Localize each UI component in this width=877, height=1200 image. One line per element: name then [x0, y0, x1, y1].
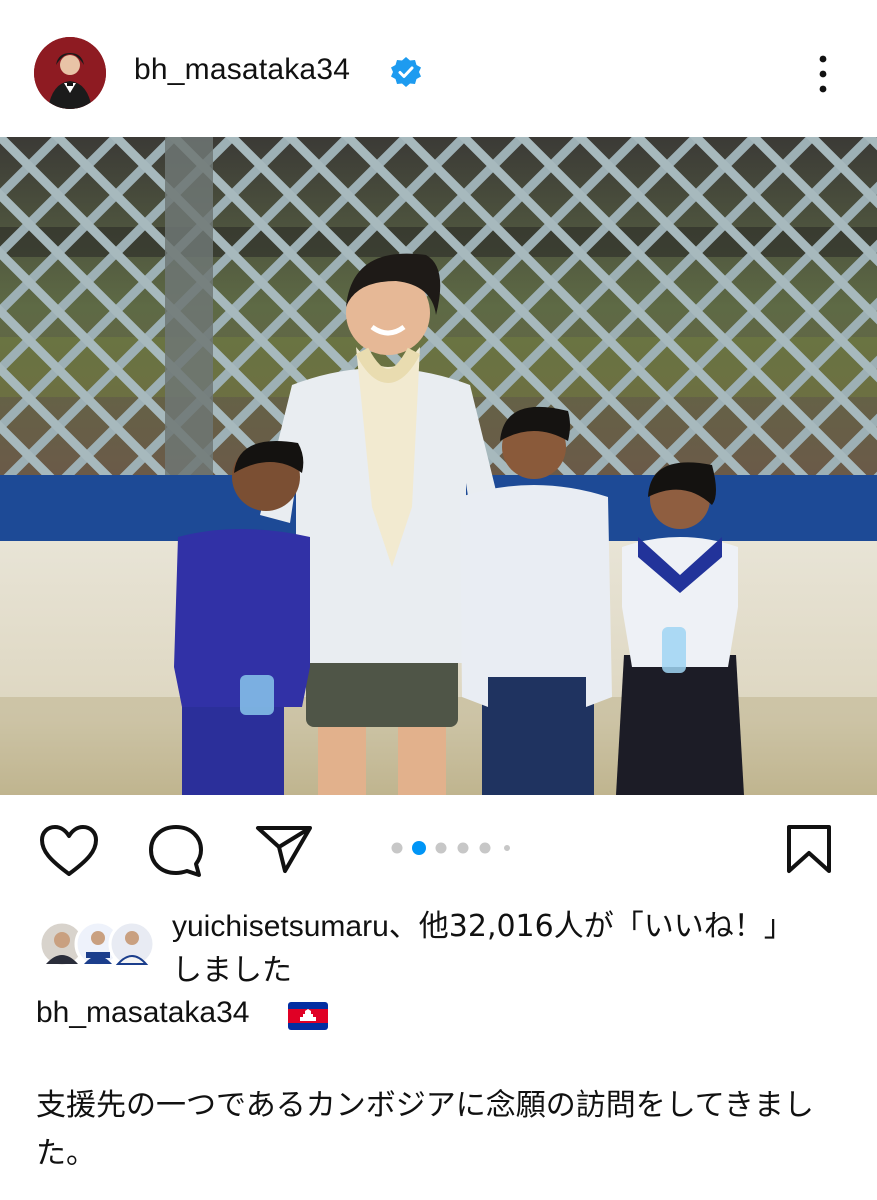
- carousel-dot: [457, 842, 469, 854]
- carousel-dots-icon: [391, 841, 510, 855]
- cambodia-flag-icon: 🇰🇭: [288, 1002, 328, 1030]
- likes-summary[interactable]: yuichisetsumaru、他32,016人が「いいね！」しました: [172, 905, 812, 993]
- post-photo[interactable]: [0, 137, 877, 795]
- carousel-dot: [412, 841, 426, 855]
- heart-icon[interactable]: [38, 823, 100, 879]
- bookmark-icon[interactable]: [784, 823, 834, 875]
- carousel-dot: [479, 842, 491, 854]
- post-actions: [0, 795, 877, 905]
- photo-image: [0, 137, 877, 795]
- carousel-indicator: [390, 840, 510, 856]
- liked-by-avatars[interactable]: [38, 920, 158, 970]
- cambodia-flag-graphic: [288, 1002, 328, 1030]
- comment-icon[interactable]: [146, 823, 206, 879]
- caption-username[interactable]: bh_masataka34: [36, 996, 250, 1030]
- carousel-dot: [435, 842, 447, 854]
- carousel-dot: [391, 842, 403, 854]
- caption-text: 支援先の一つであるカンボジアに念願の訪問をしてきました。: [36, 1088, 814, 1171]
- liked-by-avatar-group: [38, 920, 156, 968]
- share-icon[interactable]: [254, 823, 314, 875]
- carousel-dot: [504, 845, 510, 851]
- more-vertical-icon[interactable]: [808, 52, 838, 96]
- verified-badge-icon: [391, 57, 421, 87]
- avatar-image: [34, 37, 106, 109]
- profile-avatar[interactable]: [34, 37, 106, 109]
- liked-by-username[interactable]: yuichisetsumaru: [172, 910, 389, 943]
- post-header: bh_masataka34: [0, 0, 877, 137]
- post-username[interactable]: bh_masataka34: [134, 53, 350, 87]
